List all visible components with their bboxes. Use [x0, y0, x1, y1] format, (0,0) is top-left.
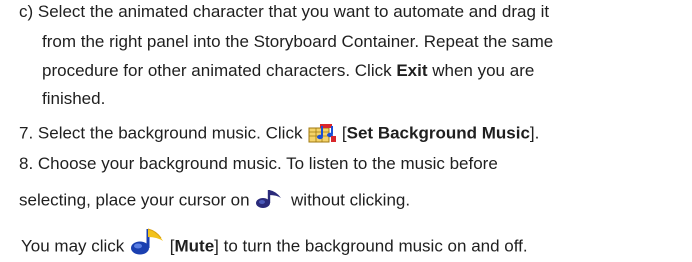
- mute-icon[interactable]: [129, 226, 165, 256]
- step-7-text: 7. Select the background music. Click: [19, 123, 308, 143]
- step-c-line-3: procedure for other animated characters.…: [42, 61, 534, 81]
- step-c-text-4: finished.: [42, 89, 106, 108]
- set-background-music-label: Set Background Music: [346, 123, 530, 143]
- step-c-line-1: c) Select the animated character that yo…: [19, 2, 549, 22]
- step-c-text-3b: when you are: [427, 61, 535, 80]
- mute-note-text-1: You may click: [21, 236, 130, 256]
- step-7-bracket-close: ].: [529, 123, 540, 143]
- step-8-text-2b: without clicking.: [286, 190, 411, 210]
- step-c-text-1: c) Select the animated character that yo…: [19, 2, 550, 21]
- mute-note-text-2: ] to turn the background music on and of…: [214, 236, 528, 256]
- music-note-icon[interactable]: [254, 187, 286, 209]
- step-8-text-1: 8. Choose your background music. To list…: [19, 154, 498, 173]
- step-c-text-3a: procedure for other animated characters.…: [42, 61, 397, 80]
- mute-note-line: You may click [Mute] to turn the backgro…: [21, 228, 528, 256]
- step-7-bracket-open: [: [337, 123, 347, 143]
- step-c-line-2: from the right panel into the Storyboard…: [42, 32, 553, 52]
- step-8-text-2a: selecting, place your cursor on: [19, 190, 255, 210]
- step-8-line-1: 8. Choose your background music. To list…: [19, 154, 498, 174]
- background-music-icon[interactable]: [307, 122, 337, 144]
- exit-label: Exit: [396, 61, 428, 80]
- step-c-line-4: finished.: [42, 89, 105, 109]
- step-c-text-2: from the right panel into the Storyboard…: [42, 32, 554, 51]
- step-7-line: 7. Select the background music. Click [S…: [19, 123, 539, 143]
- step-8-line-2: selecting, place your cursor on without …: [19, 190, 410, 210]
- mute-label: Mute: [174, 236, 215, 256]
